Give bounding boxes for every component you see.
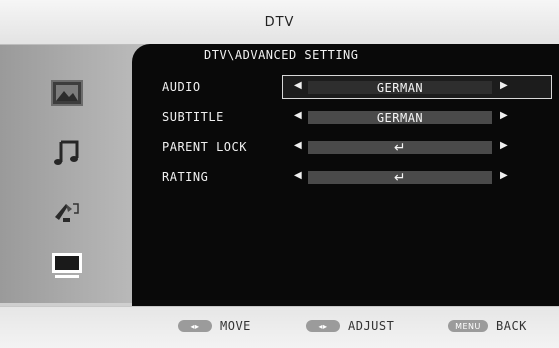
menu-title: DTV\ADVANCED SETTING — [204, 48, 359, 62]
adjust-label: ADJUST — [348, 319, 395, 333]
tv-monitor-icon[interactable] — [44, 245, 90, 287]
arrow-right-icon[interactable]: ▶ — [500, 80, 508, 91]
enter-icon: ↵ — [393, 139, 407, 156]
page-title: DTV — [264, 14, 295, 30]
footer-hint-bar: ◂▸ MOVE ◂▸ ADJUST MENU BACK — [0, 306, 559, 348]
adjust-key-icon: ◂▸ — [306, 320, 340, 332]
adjust-hint: ◂▸ ADJUST — [306, 319, 394, 333]
move-label: MOVE — [220, 319, 251, 333]
setup-tools-icon[interactable] — [44, 191, 90, 233]
arrow-left-icon[interactable]: ◀ — [294, 140, 302, 151]
arrow-right-icon[interactable]: ▶ — [500, 170, 508, 181]
move-hint: ◂▸ MOVE — [178, 319, 251, 333]
arrow-left-icon[interactable]: ◀ — [294, 80, 302, 91]
setting-label: AUDIO — [162, 80, 201, 94]
arrow-left-icon[interactable]: ◀ — [294, 110, 302, 121]
setting-label: PARENT LOCK — [162, 140, 247, 154]
setting-value-field[interactable]: GERMAN — [308, 110, 492, 125]
setting-value-field[interactable]: GERMAN — [308, 80, 492, 95]
title-bar: DTV — [0, 0, 559, 45]
arrow-left-icon[interactable]: ◀ — [294, 170, 302, 181]
setting-value-field[interactable]: ↵ — [308, 139, 492, 156]
arrow-right-icon[interactable]: ▶ — [500, 110, 508, 121]
setting-row-rating[interactable]: RATING ◀ ↵ ▶ — [132, 168, 559, 188]
menu-key-icon: MENU — [448, 320, 488, 332]
setting-row-audio[interactable]: AUDIO ◀ GERMAN ▶ — [132, 75, 559, 99]
enter-icon: ↵ — [393, 169, 407, 186]
back-hint[interactable]: MENU BACK — [448, 319, 527, 333]
back-label: BACK — [496, 319, 527, 333]
photo-icon[interactable] — [44, 72, 90, 114]
setting-value: GERMAN — [376, 80, 424, 95]
setting-value-field[interactable]: ↵ — [308, 169, 492, 186]
setting-row-subtitle[interactable]: SUBTITLE ◀ GERMAN ▶ — [132, 108, 559, 128]
sidebar — [0, 45, 150, 303]
setting-row-parent-lock[interactable]: PARENT LOCK ◀ ↵ ▶ — [132, 138, 559, 158]
settings-panel: DTV\ADVANCED SETTING AUDIO ◀ GERMAN ▶ SU… — [132, 44, 559, 306]
move-key-icon: ◂▸ — [178, 320, 212, 332]
setting-label: RATING — [162, 170, 209, 184]
arrow-right-icon[interactable]: ▶ — [500, 140, 508, 151]
music-icon[interactable] — [44, 131, 90, 173]
setting-value: GERMAN — [376, 110, 424, 125]
setting-label: SUBTITLE — [162, 110, 224, 124]
